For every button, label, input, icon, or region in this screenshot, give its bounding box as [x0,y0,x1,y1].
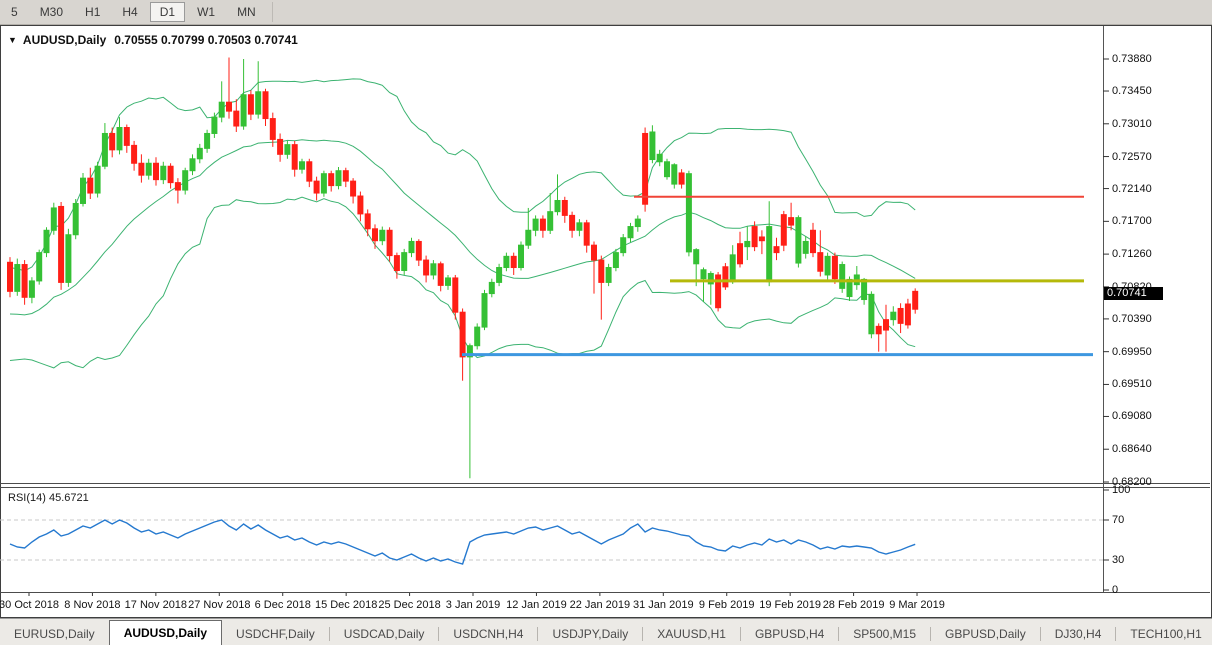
tab-usdcnh-h4[interactable]: USDCNH,H4 [439,624,537,645]
date-axis-label: 9 Feb 2019 [699,599,755,611]
date-axis-label: 12 Jan 2019 [506,599,567,611]
chart-title: ▼ AUDUSD,Daily 0.70555 0.70799 0.70503 0.7… [8,33,298,47]
tab-dj30-h4[interactable]: DJ30,H4 [1041,624,1116,645]
rsi-line [10,520,915,564]
chart-symbol-label: AUDUSD,Daily [23,33,106,47]
tab-usdcad-daily[interactable]: USDCAD,Daily [330,624,439,645]
date-axis-label: 8 Nov 2018 [64,599,120,611]
date-axis-label: 15 Dec 2018 [315,599,377,611]
date-axis-label: 6 Dec 2018 [255,599,311,611]
price-axis-label: 0.69950 [1112,346,1152,358]
chart-dropdown-icon: ▼ [8,35,17,45]
price-axis-label: 0.70390 [1112,313,1152,325]
toolbar-separator [272,2,273,22]
tab-tech100-h1[interactable]: TECH100,H1 [1116,624,1212,645]
price-axis-label: 0.71700 [1112,215,1152,227]
date-axis-label: 28 Feb 2019 [823,599,885,611]
timeframe-button-w1[interactable]: W1 [187,2,225,22]
date-axis-label: 9 Mar 2019 [889,599,945,611]
date-axis-label: 27 Nov 2018 [188,599,250,611]
price-axis-label: 0.72570 [1112,151,1152,163]
rsi-axis-label: 100 [1112,484,1130,496]
tab-audusd-daily[interactable]: AUDUSD,Daily [109,620,222,645]
current-price-badge: 0.70741 [1104,287,1163,300]
timeframe-button-m30[interactable]: M30 [30,2,73,22]
rsi-indicator-label: RSI(14) 45.6721 [8,492,89,504]
chart-tab-bar: EURUSD,DailyAUDUSD,DailyUSDCHF,DailyUSDC… [0,618,1212,645]
price-axis-label: 0.73880 [1112,53,1152,65]
price-axis-label: 0.71260 [1112,248,1152,260]
date-axis-label: 25 Dec 2018 [378,599,440,611]
price-chart-canvas[interactable] [0,25,1212,618]
tab-sp500-m15[interactable]: SP500,M15 [839,624,930,645]
date-axis-label: 17 Nov 2018 [125,599,187,611]
price-axis-label: 0.72140 [1112,183,1152,195]
price-axis-label: 0.69510 [1112,378,1152,390]
price-axis-label: 0.69080 [1112,410,1152,422]
timeframe-toolbar: 5M30H1H4D1W1MN [0,0,1212,25]
chart-ohlc-values: 0.70555 0.70799 0.70503 0.70741 [114,33,298,47]
timeframe-button-h1[interactable]: H1 [75,2,110,22]
tab-eurusd-daily[interactable]: EURUSD,Daily [0,624,109,645]
tab-usdchf-daily[interactable]: USDCHF,Daily [222,624,329,645]
price-axis-label: 0.73450 [1112,85,1152,97]
tab-gbpusd-daily[interactable]: GBPUSD,Daily [931,624,1040,645]
rsi-axis-label: 70 [1112,514,1124,526]
tab-usdjpy-daily[interactable]: USDJPY,Daily [538,624,642,645]
timeframe-button-h4[interactable]: H4 [112,2,147,22]
rsi-axis-label: 30 [1112,554,1124,566]
date-axis-label: 22 Jan 2019 [570,599,631,611]
price-axis-label: 0.68640 [1112,443,1152,455]
rsi-axis-label: 0 [1112,584,1118,596]
rsi-pane [0,520,1103,564]
tab-gbpusd-h4[interactable]: GBPUSD,H4 [741,624,838,645]
price-axis-label: 0.73010 [1112,118,1152,130]
tab-xauusd-h1[interactable]: XAUUSD,H1 [643,624,740,645]
candlestick-series [8,58,918,479]
date-axis-label: 30 Oct 2018 [0,599,59,611]
date-axis-label: 3 Jan 2019 [446,599,500,611]
timeframe-button-d1[interactable]: D1 [150,2,185,22]
timeframe-button-5[interactable]: 5 [1,2,28,22]
timeframe-button-mn[interactable]: MN [227,2,266,22]
date-axis-label: 31 Jan 2019 [633,599,694,611]
date-axis-label: 19 Feb 2019 [759,599,821,611]
